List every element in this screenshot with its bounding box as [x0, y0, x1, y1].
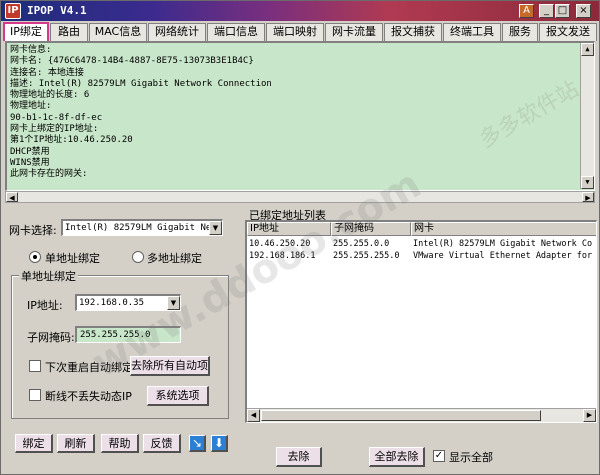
info-line: 描述: Intel(R) 82579LM Gigabit Network Con…: [10, 78, 272, 89]
bound-address-list[interactable]: IP地址 子网掩码 网卡 10.46.250.20 255.255.0.0 In…: [245, 220, 597, 423]
scroll-up-icon[interactable]: ▲: [581, 43, 594, 56]
info-horizontal-scrollbar[interactable]: ◀ ▶: [5, 191, 595, 203]
ip-address-select[interactable]: 192.168.0.35 ▼: [75, 294, 181, 311]
info-line: 网卡信息:: [10, 45, 52, 55]
window-title: IPOP V4.1: [27, 4, 87, 17]
refresh-button[interactable]: 刷新: [57, 434, 95, 453]
radio-multi-bind-label: 多地址绑定: [147, 252, 202, 265]
single-bind-group-title: 单地址绑定: [19, 268, 78, 284]
row-mask: 255.255.0.0: [333, 239, 390, 249]
keep-dynamic-ip-checkbox[interactable]: [29, 389, 41, 401]
download-icon[interactable]: ⬇: [211, 435, 228, 452]
reboot-auto-bind-label: 下次重启自动绑定: [45, 361, 133, 374]
row-ip: 192.168.186.1: [249, 251, 316, 261]
ip-address-value: 192.168.0.35: [79, 298, 145, 308]
mask-label: 子网掩码:: [27, 331, 75, 344]
info-line: 网卡上绑定的IP地址:: [10, 124, 99, 135]
radio-multi-bind[interactable]: [132, 251, 144, 263]
feedback-button[interactable]: 反馈: [143, 434, 181, 453]
nic-select-value: Intel(R) 82579LM Gigabit Net: [65, 223, 217, 233]
radio-single-bind-label: 单地址绑定: [45, 252, 100, 265]
tab-packet-capture[interactable]: 报文捕获: [384, 23, 442, 41]
tab-net-stats[interactable]: 网络统计: [148, 23, 206, 41]
row-nic: VMware Virtual Ethernet Adapter for: [413, 251, 593, 261]
list-header: IP地址 子网掩码 网卡: [247, 222, 596, 236]
tab-port-info[interactable]: 端口信息: [207, 23, 265, 41]
info-line: WINS禁用: [10, 157, 50, 168]
scroll-down-icon[interactable]: ▼: [581, 176, 594, 189]
row-ip: 10.46.250.20: [249, 239, 311, 249]
info-line: DHCP禁用: [10, 146, 50, 157]
info-line: 90-b1-1c-8f-df-ec: [10, 112, 103, 123]
tab-packet-send[interactable]: 报文发送: [539, 23, 597, 41]
scroll-thumb[interactable]: [261, 410, 541, 421]
info-line: 网卡名: {476C6478-14B4-4887-8E75-13073B3E1B…: [10, 56, 254, 67]
chevron-down-icon[interactable]: ▼: [167, 296, 180, 310]
app-icon: IP: [5, 3, 21, 19]
scroll-left-icon[interactable]: ◀: [6, 192, 18, 202]
alt-button[interactable]: A: [519, 4, 534, 18]
info-line: 第1个IP地址:10.46.250.20: [10, 135, 133, 146]
info-vertical-scrollbar[interactable]: ▲ ▼: [580, 43, 594, 189]
table-row[interactable]: 10.46.250.20 255.255.0.0 Intel(R) 82579L…: [247, 238, 596, 250]
tab-mac-info[interactable]: MAC信息: [89, 23, 147, 41]
arrow-down-right-icon[interactable]: ↘: [189, 435, 206, 452]
column-header-ip[interactable]: IP地址: [247, 222, 331, 236]
app-window: IP IPOP V4.1 A _ □ × IP绑定 路由 MAC信息 网络统计 …: [0, 0, 600, 475]
ip-label: IP地址:: [27, 299, 63, 312]
list-horizontal-scrollbar[interactable]: ◀ ▶: [247, 408, 596, 422]
info-line: 物理地址的长度: 6: [10, 90, 90, 101]
keep-dynamic-ip-label: 断线不丢失动态IP: [45, 390, 132, 403]
nic-select-label: 网卡选择:: [9, 224, 57, 237]
row-mask: 255.255.255.0: [333, 251, 400, 261]
chevron-down-icon[interactable]: ▼: [209, 221, 222, 235]
minimize-button[interactable]: _: [539, 4, 554, 18]
info-line: 物理地址:: [10, 101, 52, 112]
tab-nic-traffic[interactable]: 网卡流量: [325, 23, 383, 41]
show-all-label: 显示全部: [449, 451, 493, 464]
nic-info-textarea[interactable]: 网卡信息: 网卡名: {476C6478-14B4-4887-8E75-1307…: [5, 41, 595, 191]
remove-all-button[interactable]: 全部去除: [369, 447, 425, 467]
bind-button[interactable]: 绑定: [15, 434, 53, 453]
column-header-nic[interactable]: 网卡: [411, 222, 596, 236]
info-line: 连接名: 本地连接: [10, 67, 84, 78]
tab-port-map[interactable]: 端口映射: [266, 23, 324, 41]
close-button[interactable]: ×: [576, 4, 591, 18]
table-row[interactable]: 192.168.186.1 255.255.255.0 VMware Virtu…: [247, 250, 596, 262]
column-header-mask[interactable]: 子网掩码: [331, 222, 411, 236]
title-bar[interactable]: IP IPOP V4.1 A _ □ ×: [1, 1, 599, 21]
tab-terminal-tools[interactable]: 终端工具: [443, 23, 501, 41]
scroll-right-icon[interactable]: ▶: [582, 192, 594, 202]
system-options-button[interactable]: 系统选项: [147, 386, 209, 406]
subnet-mask-input[interactable]: 255.255.255.0: [75, 326, 181, 343]
remove-button[interactable]: 去除: [276, 447, 322, 467]
radio-single-bind[interactable]: [29, 251, 41, 263]
nic-select[interactable]: Intel(R) 82579LM Gigabit Net ▼: [61, 219, 223, 236]
tab-ip-bind[interactable]: IP绑定: [3, 22, 49, 41]
row-nic: Intel(R) 82579LM Gigabit Network Co: [413, 239, 593, 249]
tab-service[interactable]: 服务: [502, 23, 538, 41]
scroll-right-icon[interactable]: ▶: [583, 409, 596, 422]
maximize-button[interactable]: □: [555, 4, 570, 18]
remove-auto-items-button[interactable]: 去除所有自动项: [130, 356, 210, 376]
info-line: 此网卡存在的网关:: [10, 169, 88, 180]
show-all-checkbox[interactable]: ✓: [433, 450, 445, 462]
scroll-left-icon[interactable]: ◀: [247, 409, 260, 422]
tab-bar: IP绑定 路由 MAC信息 网络统计 端口信息 端口映射 网卡流量 报文捕获 终…: [3, 22, 599, 41]
reboot-auto-bind-checkbox[interactable]: [29, 360, 41, 372]
help-button[interactable]: 帮助: [101, 434, 139, 453]
tab-route[interactable]: 路由: [50, 23, 88, 41]
